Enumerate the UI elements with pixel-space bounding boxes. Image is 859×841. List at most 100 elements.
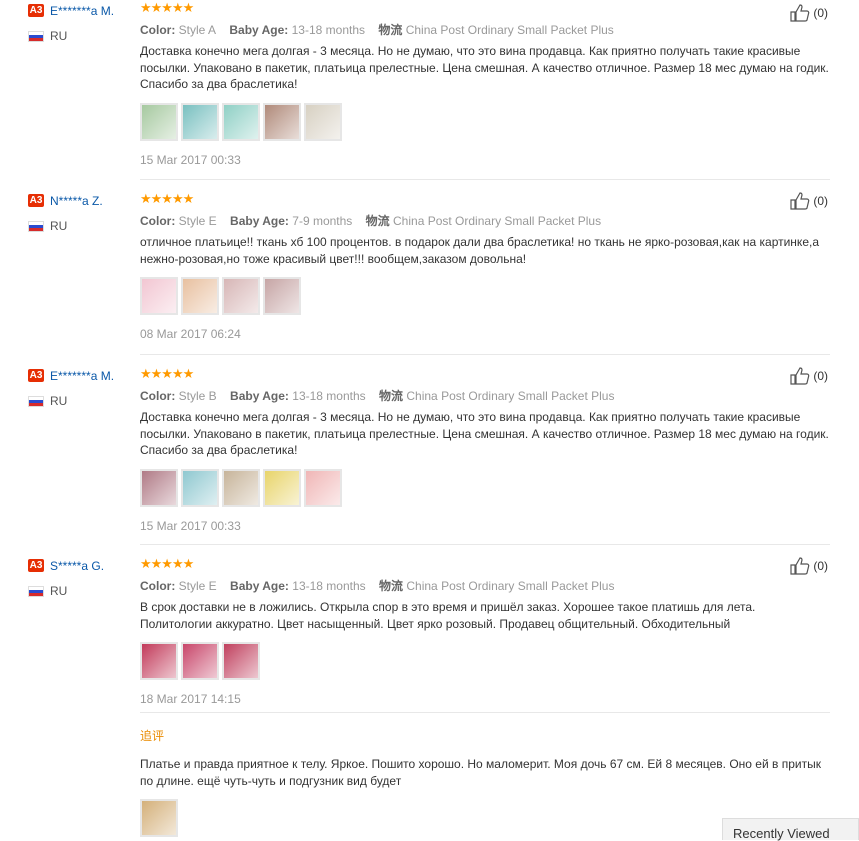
thumbs-up-icon [790,4,810,22]
helpful-button[interactable]: (0) [790,367,828,385]
review-card: A3 E*******a M. RU ★★★★★ Color: Style B B… [0,355,830,545]
additional-feedback-label: 追评 [140,729,165,743]
review-photo-thumbnail[interactable] [304,102,342,141]
level-badge: A3 [28,369,44,383]
helpful-count: (0) [813,6,828,20]
color-value: Style B [178,389,217,403]
review-meta: Color: Style A Baby Age: 13-18 months 物流… [140,22,830,38]
review-date: 15 Mar 2017 00:33 [140,152,241,167]
review-text: Доставка конечно мега долгая - 3 месяца.… [140,44,829,91]
review-date: 15 Mar 2017 00:33 [140,518,241,533]
reviewer-name[interactable]: N*****a Z. [50,194,103,208]
thumbs-up-icon [790,557,810,575]
recently-viewed-tab[interactable]: Recently Viewed [722,818,859,841]
review-photos [140,468,830,509]
reviewer-name[interactable]: E*******a M. [50,369,114,383]
thumbs-up-icon [790,192,810,210]
reviewer-info: A3 S*****a G. RU [28,557,104,598]
thumbs-up-icon [790,367,810,385]
review-photo-thumbnail[interactable] [222,642,260,680]
review-text: В срок доставки не в ложились. Открыла с… [140,600,756,631]
review-date: 18 Mar 2017 14:15 [140,692,241,706]
helpful-count: (0) [813,559,828,573]
color-label: Color: [140,23,176,37]
level-badge: A3 [28,4,44,18]
helpful-count: (0) [813,369,828,383]
review-photo-thumbnail[interactable] [140,642,178,680]
review-photo-thumbnail[interactable] [181,642,219,680]
color-label: Color: [140,389,176,403]
review-card: A3 S*****a G. RU ★★★★★ Color: Style E Bab… [0,545,830,840]
flag-ru-icon [28,221,44,233]
shipping-value: China Post Ordinary Small Packet Plus [405,23,614,37]
helpful-button[interactable]: (0) [790,557,828,575]
age-label: Baby Age: [230,389,289,403]
reviewer-country: RU [28,394,114,408]
review-photo-thumbnail[interactable] [140,468,178,507]
shipping-label: 物流 [379,389,404,403]
reviewer-info: A3 E*******a M. RU [28,2,114,43]
review-photo-thumbnail[interactable] [140,277,178,315]
flag-ru-icon [28,586,44,598]
review-meta: Color: Style E Baby Age: 13-18 months 物流… [140,578,830,594]
review-photo-thumbnail[interactable] [304,468,342,507]
reviewer-name[interactable]: E*******a M. [50,4,114,18]
level-badge: A3 [28,559,44,573]
country-code: RU [50,584,68,598]
color-value: Style E [178,214,217,228]
age-label: Baby Age: [230,579,289,593]
review-photo-thumbnail[interactable] [263,468,301,507]
age-value: 13-18 months [291,23,366,37]
age-value: 7-9 months [292,214,353,228]
star-rating: ★★★★★ [140,0,194,15]
country-code: RU [50,394,68,408]
star-rating: ★★★★★ [140,556,194,571]
level-badge: A3 [28,194,44,208]
country-code: RU [50,219,68,233]
star-rating: ★★★★★ [140,191,194,206]
color-value: Style A [178,23,217,37]
review-photo-thumbnail[interactable] [222,277,260,315]
color-value: Style E [178,579,217,593]
review-meta: Color: Style E Baby Age: 7-9 months 物流 C… [140,213,830,229]
flag-ru-icon [28,31,44,43]
reviewer-name[interactable]: S*****a G. [50,559,104,573]
review-photo-thumbnail[interactable] [181,277,219,315]
review-photo-thumbnail[interactable] [140,799,178,837]
review-date: 08 Mar 2017 06:24 [140,327,241,341]
shipping-label: 物流 [379,579,404,593]
review-text: Доставка конечно мега долгая - 3 месяца.… [140,410,829,457]
shipping-value: China Post Ordinary Small Packet Plus [393,214,602,228]
reviewer-info: A3 N*****a Z. RU [28,192,103,233]
shipping-label: 物流 [378,23,403,37]
reviewer-country: RU [28,584,104,598]
helpful-button[interactable]: (0) [790,192,828,210]
shipping-value: China Post Ordinary Small Packet Plus [406,579,615,593]
reviewer-country: RU [28,29,114,43]
review-photo-thumbnail[interactable] [263,277,301,315]
review-photos [140,102,830,143]
review-photo-thumbnail[interactable] [222,102,260,141]
star-rating: ★★★★★ [140,366,194,381]
reviewer-info: A3 E*******a M. RU [28,367,114,408]
age-value: 13-18 months [292,579,366,593]
review-photo-thumbnail[interactable] [181,102,219,141]
reviewer-country: RU [28,219,103,233]
country-code: RU [50,29,68,43]
review-photo-thumbnail[interactable] [222,468,260,507]
color-label: Color: [140,214,176,228]
review-meta: Color: Style B Baby Age: 13-18 months 物流… [140,388,830,404]
divider [140,712,830,713]
review-photo-thumbnail[interactable] [263,102,301,141]
helpful-button[interactable]: (0) [790,4,828,22]
review-card: A3 E*******a M. RU ★★★★★ Color: Style A B… [0,0,830,180]
age-label: Baby Age: [230,214,289,228]
additional-feedback-text: Платье и правда приятное к телу. Яркое. … [140,757,821,788]
flag-ru-icon [28,396,44,408]
shipping-value: China Post Ordinary Small Packet Plus [406,389,615,403]
color-label: Color: [140,579,176,593]
review-photo-thumbnail[interactable] [140,102,178,141]
age-label: Baby Age: [229,23,289,37]
review-photo-thumbnail[interactable] [181,468,219,507]
review-text: отличное платьице!! ткань хб 100 процент… [140,235,820,266]
